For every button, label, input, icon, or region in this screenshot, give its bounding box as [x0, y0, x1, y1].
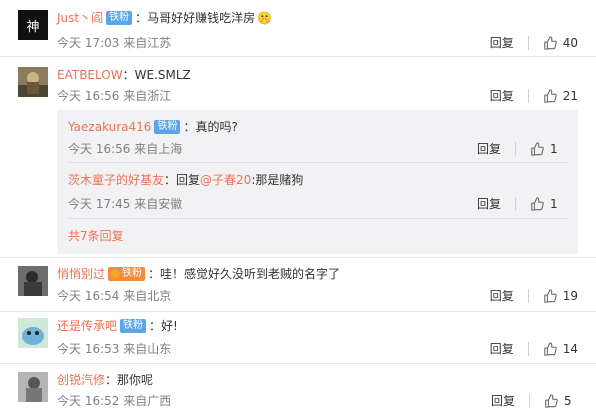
comment-item: 创锐汽修 ： 那你呢 今天 16:52 来自广西 回复 5 — [0, 364, 596, 417]
mention-link[interactable]: @子春20 — [200, 171, 251, 188]
like-count: 1 — [550, 141, 558, 156]
like-count: 5 — [564, 393, 572, 408]
divider — [68, 218, 568, 219]
sub-reply-text-line: Yaezakura416 铁粉 ： 真的吗? — [68, 118, 238, 135]
avatar[interactable]: 神 — [18, 10, 48, 40]
colon-separator: ： — [183, 120, 196, 134]
comment-meta: 今天 17:03 来自江苏 — [57, 36, 172, 50]
comment-item: 悄悄别过 铁粉 ： 哇！感觉好久没听到老贼的名字了 今天 16:54 来自北京 … — [0, 258, 596, 311]
comment-meta: 今天 16:56 来自浙江 — [57, 89, 172, 103]
sub-reply-item: Yaezakura416 铁粉 ： 真的吗? 今天 16:56 来自上海 回复 … — [57, 110, 578, 166]
colon-separator: ： — [164, 173, 177, 187]
sub-reply-meta: 今天 17:45 来自安徽 — [68, 197, 183, 211]
thumbs-up-icon[interactable] — [530, 196, 544, 211]
reply-button[interactable]: 回复 — [490, 87, 514, 104]
like-count: 40 — [562, 35, 578, 50]
username-link[interactable]: 悄悄别过 — [57, 266, 105, 282]
reply-button[interactable]: 回复 — [490, 340, 514, 357]
thumbs-up-icon[interactable] — [544, 393, 558, 408]
thumbs-up-icon[interactable] — [530, 141, 544, 156]
divider — [527, 35, 529, 50]
like-count: 21 — [562, 88, 578, 103]
sub-reply-meta: 今天 16:56 来自上海 — [68, 142, 183, 156]
sub-reply-content: :那是赌狗 — [251, 173, 304, 187]
sub-reply-item: 茨木童子的好基友 ： 回复 @子春20 :那是赌狗 今天 17:45 来自安徽 … — [57, 163, 578, 219]
comment-content: 哇！感觉好久没听到老贼的名字了 — [160, 267, 341, 281]
thumbs-up-icon[interactable] — [543, 35, 557, 50]
emoji-icon: 🤫 — [257, 11, 273, 25]
avatar[interactable] — [18, 372, 48, 402]
fan-badge: 铁粉 — [154, 119, 181, 134]
username-link[interactable]: 还是传承吧 — [57, 318, 117, 334]
comment-text-line: 还是传承吧 铁粉 ： 好! — [57, 318, 178, 334]
colon-separator: ： — [122, 68, 135, 82]
sub-reply-text-line: 茨木童子的好基友 ： 回复 @子春20 :那是赌狗 — [68, 171, 303, 188]
thumbs-up-icon[interactable] — [543, 341, 557, 356]
badge-icon — [111, 268, 121, 278]
thumbs-up-icon[interactable] — [543, 288, 557, 303]
sub-reply-actions: 回复 1 — [477, 140, 564, 157]
divider — [527, 88, 529, 103]
comment-content: 好! — [161, 319, 178, 333]
comment-content: 马哥好好赚钱吃洋房 — [147, 11, 256, 25]
comment-actions: 回复 14 — [490, 340, 578, 357]
divider — [529, 393, 530, 408]
colon-separator: ： — [149, 319, 162, 333]
username-link[interactable]: Just丶阎 — [57, 10, 103, 26]
thumbs-up-icon[interactable] — [543, 88, 557, 103]
divider — [515, 196, 516, 211]
comment-content: WE.SMLZ — [134, 68, 191, 82]
divider — [527, 341, 529, 356]
comment-meta: 今天 16:54 来自北京 — [57, 289, 172, 303]
comment-actions: 回复 21 — [490, 87, 578, 104]
sub-replies-panel: Yaezakura416 铁粉 ： 真的吗? 今天 16:56 来自上海 回复 … — [57, 110, 578, 254]
username-link[interactable]: EATBELOW — [57, 67, 123, 83]
username-link[interactable]: 茨木童子的好基友 — [68, 171, 164, 188]
comment-content: 那你呢 — [117, 373, 154, 387]
comment-item: 还是传承吧 铁粉 ： 好! 今天 16:53 来自山东 回复 14 — [0, 312, 596, 365]
more-replies-link[interactable]: 共7条回复 — [68, 227, 124, 244]
fan-badge: 铁粉 — [120, 319, 147, 333]
reply-button[interactable]: 回复 — [491, 392, 515, 409]
reply-button[interactable]: 回复 — [490, 287, 514, 304]
reply-prefix: 回复 — [176, 173, 201, 187]
like-count: 14 — [562, 341, 578, 356]
reply-button[interactable]: 回复 — [490, 34, 514, 51]
username-link[interactable]: 创锐汽修 — [57, 372, 105, 388]
comment-text-line: Just丶阎 铁粉 ： 马哥好好赚钱吃洋房 🤫 — [57, 10, 272, 26]
comment-actions: 回复 5 — [491, 392, 578, 409]
colon-separator: ： — [148, 267, 161, 281]
like-count: 1 — [550, 196, 558, 211]
username-link[interactable]: Yaezakura416 — [68, 120, 151, 134]
reply-button[interactable]: 回复 — [477, 195, 501, 212]
comment-actions: 回复 19 — [490, 287, 578, 304]
divider — [515, 141, 516, 156]
fan-badge: 铁粉 — [108, 267, 146, 281]
sub-reply-actions: 回复 1 — [477, 195, 564, 212]
comment-meta: 今天 16:52 来自广西 — [57, 394, 172, 408]
comment-actions: 回复 40 — [490, 34, 578, 51]
sub-reply-content: 真的吗? — [195, 120, 238, 134]
divider — [527, 288, 529, 303]
colon-separator: ： — [135, 11, 148, 25]
avatar[interactable] — [18, 266, 48, 296]
colon-separator: ： — [105, 373, 118, 387]
avatar[interactable] — [18, 318, 48, 348]
comment-text-line: 创锐汽修 ： 那你呢 — [57, 372, 153, 388]
like-count: 19 — [562, 288, 578, 303]
comment-meta: 今天 16:53 来自山东 — [57, 342, 172, 356]
reply-button[interactable]: 回复 — [477, 140, 501, 157]
fan-badge: 铁粉 — [106, 11, 133, 25]
comment-item: 神 Just丶阎 铁粉 ： 马哥好好赚钱吃洋房 🤫 今天 17:03 来自江苏 … — [0, 0, 596, 56]
comment-text-line: 悄悄别过 铁粉 ： 哇！感觉好久没听到老贼的名字了 — [57, 266, 340, 282]
comment-text-line: EATBELOW ： WE.SMLZ — [57, 67, 191, 83]
avatar[interactable] — [18, 67, 48, 97]
